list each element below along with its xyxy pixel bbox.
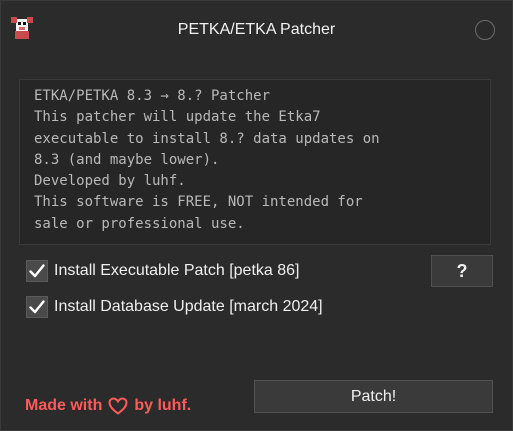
help-button[interactable]: ?: [431, 255, 493, 287]
made-with-prefix: Made with: [25, 397, 103, 414]
window-title: PETKA/ETKA Patcher: [177, 21, 336, 38]
checkmark-icon: [29, 264, 45, 278]
database-update-label: Install Database Update [march 2024]: [54, 298, 323, 315]
heart-icon: [108, 397, 128, 415]
executable-patch-checkbox[interactable]: [26, 260, 48, 282]
title-bar[interactable]: PETKA/ETKA Patcher: [1, 1, 512, 63]
database-update-checkbox[interactable]: [26, 296, 48, 318]
patcher-info-text: ETKA/PETKA 8.3 → 8.? Patcher This patche…: [19, 79, 491, 245]
patch-button[interactable]: Patch!: [254, 380, 493, 413]
database-update-option[interactable]: Install Database Update [march 2024]: [26, 296, 323, 318]
checkmark-icon: [29, 300, 45, 314]
executable-patch-label: Install Executable Patch [petka 86]: [54, 262, 300, 279]
executable-patch-option[interactable]: Install Executable Patch [petka 86]: [26, 260, 299, 282]
made-with-suffix: by luhf.: [134, 397, 192, 414]
patcher-window: PETKA/ETKA Patcher ETKA/PETKA 8.3 → 8.? …: [0, 0, 513, 431]
close-button[interactable]: [475, 20, 495, 40]
made-with-credit: Made with by luhf.: [25, 397, 191, 415]
